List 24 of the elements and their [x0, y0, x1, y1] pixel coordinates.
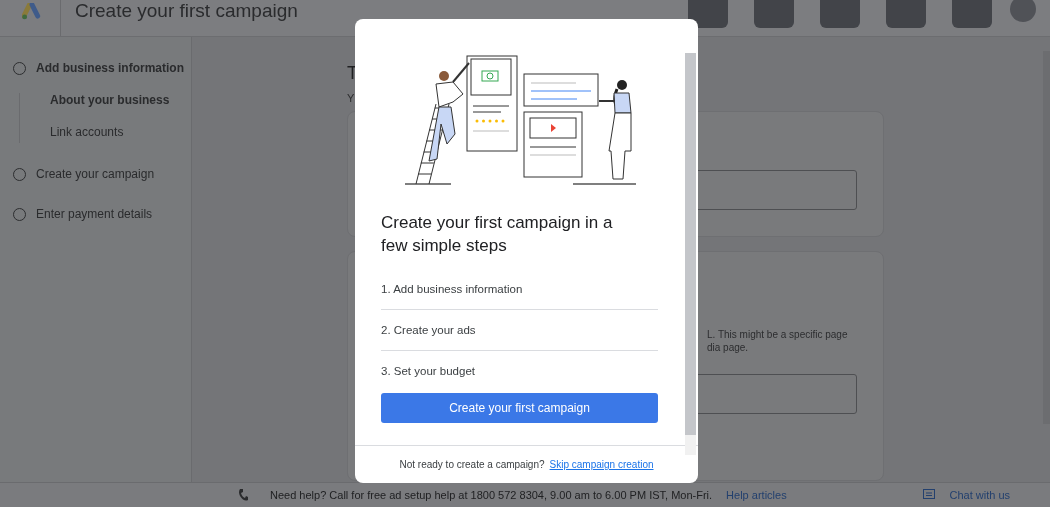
step-item: 2. Create your ads [381, 310, 658, 351]
chat-icon [923, 489, 936, 501]
skip-link[interactable]: Skip campaign creation [549, 459, 654, 470]
logo-icon [22, 3, 42, 21]
page-title: Create your first campaign [75, 0, 298, 22]
section-subtitle: Y [347, 92, 356, 104]
step-label[interactable]: Enter payment details [36, 207, 153, 221]
toolbar-icon[interactable] [688, 0, 728, 28]
dialog-title: Create your first campaign in a few simple steps [381, 212, 614, 257]
scrollbar[interactable] [685, 53, 696, 455]
substep-link[interactable]: Link accounts [50, 125, 191, 139]
phone-icon [238, 488, 248, 502]
field-description: L. This might be a specific page dia page. [707, 328, 849, 354]
step-item: 1. Add business information [381, 269, 658, 310]
chat-link[interactable]: Chat with us [949, 489, 1010, 501]
step-item: 3. Set your budget [381, 364, 476, 379]
help-articles-link[interactable]: Help articles [726, 489, 787, 501]
step-label[interactable]: Create your campaign [36, 167, 155, 181]
help-text: Need help? Call for free ad setup help at 1800 572 8304, 9.00 am to 6.00 PM IST, Mon-Fri. [270, 489, 713, 501]
avatar-icon[interactable] [1010, 0, 1036, 22]
step-label[interactable]: Add business information [36, 61, 184, 75]
footer-text: Not ready to create a campaign? [399, 459, 545, 470]
substep-link[interactable]: About your business [50, 93, 191, 107]
create-campaign-button[interactable]: Create your first campaign [381, 393, 658, 423]
